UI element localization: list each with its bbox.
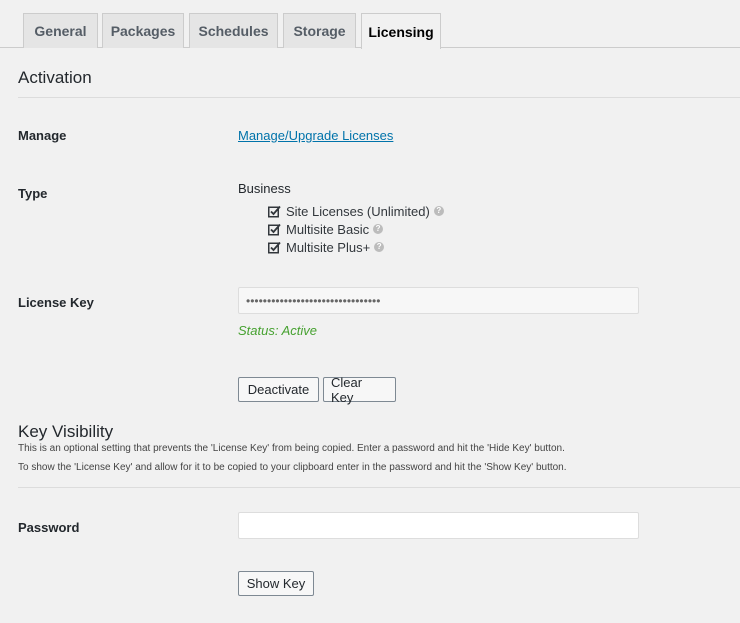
feature-label: Multisite Basic: [286, 221, 370, 237]
tab-schedules[interactable]: Schedules: [189, 13, 278, 48]
checkbox-checked-icon: [268, 223, 281, 235]
checkbox-checked-icon: [268, 205, 281, 217]
tab-packages[interactable]: Packages: [102, 13, 184, 48]
license-status: Status: Active: [238, 323, 317, 338]
manage-label: Manage: [18, 128, 67, 143]
deactivate-button[interactable]: Deactivate: [238, 377, 319, 402]
password-label: Password: [18, 520, 80, 535]
activation-heading: Activation: [18, 68, 92, 87]
license-key-label: License Key: [18, 295, 94, 310]
feature-label: Multisite Plus+: [286, 239, 371, 255]
license-key-field[interactable]: ••••••••••••••••••••••••••••••••: [238, 287, 639, 314]
checkbox-checked-icon: [268, 241, 281, 253]
show-key-button[interactable]: Show Key: [238, 571, 314, 596]
tab-licensing[interactable]: Licensing: [361, 13, 441, 49]
license-key-masked-value: ••••••••••••••••••••••••••••••••: [246, 293, 381, 308]
feature-multisite-plus: Multisite Plus+ ?: [268, 238, 385, 256]
settings-tab-bar: General Packages Schedules Storage Licen…: [0, 0, 740, 49]
feature-site-licenses: Site Licenses (Unlimited) ?: [268, 202, 444, 220]
clear-key-button[interactable]: Clear Key: [323, 375, 396, 405]
help-icon[interactable]: ?: [373, 224, 384, 234]
divider: [18, 487, 740, 488]
key-visibility-description-1: This is an optional setting that prevent…: [18, 443, 565, 454]
feature-multisite-basic: Multisite Basic ?: [268, 220, 384, 238]
type-label: Type: [18, 186, 48, 201]
password-field[interactable]: [238, 512, 639, 539]
help-icon[interactable]: ?: [374, 242, 385, 252]
manage-licenses-link[interactable]: Manage/Upgrade Licenses: [238, 128, 393, 143]
feature-label: Site Licenses (Unlimited): [286, 203, 430, 219]
tab-general[interactable]: General: [23, 13, 98, 48]
license-type-value: Business: [238, 181, 291, 196]
tab-storage[interactable]: Storage: [283, 13, 356, 48]
help-icon[interactable]: ?: [433, 206, 444, 216]
key-visibility-heading: Key Visibility: [18, 422, 114, 441]
key-visibility-description-2: To show the 'License Key' and allow for …: [18, 462, 567, 473]
divider: [18, 97, 740, 98]
